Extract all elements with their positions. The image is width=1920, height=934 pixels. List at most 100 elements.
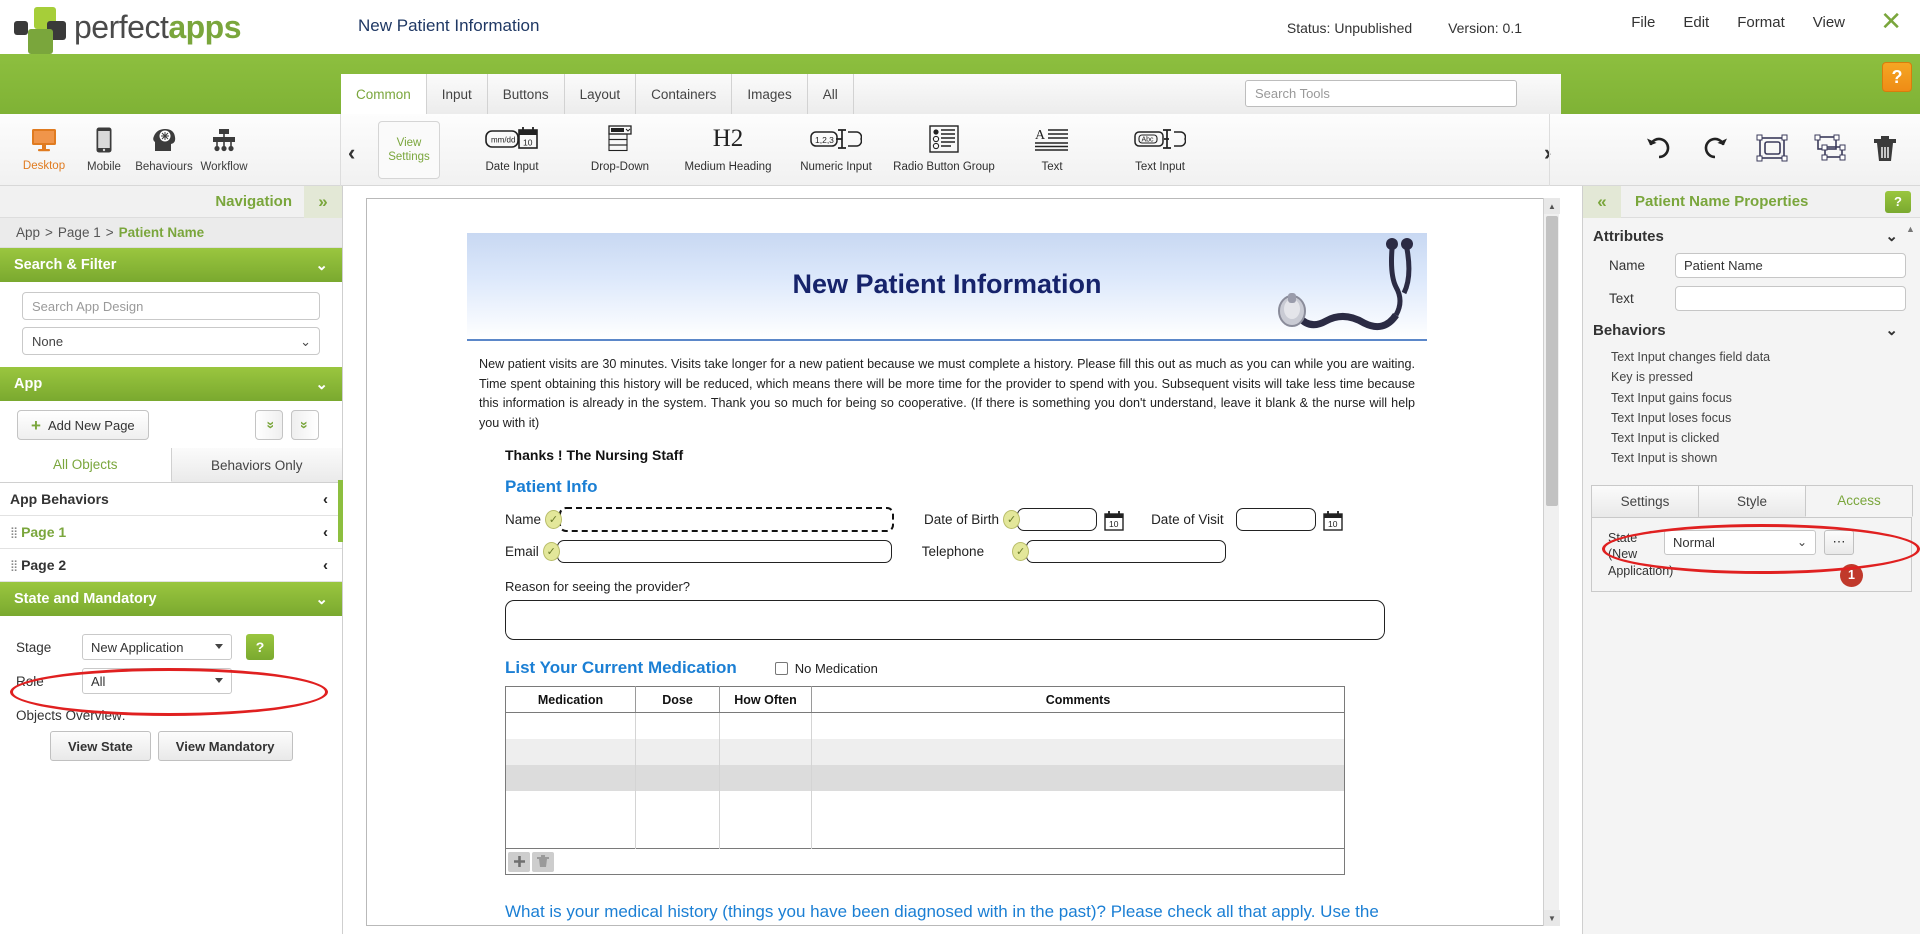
drag-handle-icon[interactable]: ⣿ xyxy=(10,526,18,539)
scroll-up-icon[interactable]: ▲ xyxy=(1544,198,1560,214)
behavior-item[interactable]: Text Input is shown xyxy=(1611,448,1920,468)
view-mandatory-button[interactable]: View Mandatory xyxy=(157,731,293,761)
mode-desktop[interactable]: Desktop xyxy=(14,114,74,186)
redo-icon[interactable] xyxy=(1700,135,1730,166)
view-settings-button[interactable]: View Settings xyxy=(378,121,440,179)
tab-layout[interactable]: Layout xyxy=(564,74,637,114)
tab-settings[interactable]: Settings xyxy=(1591,484,1699,517)
section-state-mandatory[interactable]: State and Mandatory ⌄ xyxy=(0,582,342,616)
breadcrumb-app[interactable]: App xyxy=(16,225,40,240)
search-tools-input[interactable] xyxy=(1245,80,1517,107)
behavior-item[interactable]: Key is pressed xyxy=(1611,367,1920,387)
tool-numeric-input[interactable]: 1,2,3 Numeric Input xyxy=(782,118,890,182)
tab-access[interactable]: Access xyxy=(1805,484,1913,517)
table-row[interactable] xyxy=(505,712,1345,739)
properties-scrollbar[interactable]: ▲ xyxy=(1904,224,1917,410)
tab-containers[interactable]: Containers xyxy=(636,74,733,114)
section-app[interactable]: App ⌄ xyxy=(0,367,342,401)
input-reason[interactable] xyxy=(505,600,1385,641)
table-row[interactable] xyxy=(505,738,1345,765)
delete-row-icon[interactable] xyxy=(532,851,554,872)
help-button[interactable]: ? xyxy=(1882,62,1912,92)
attribute-name-input[interactable] xyxy=(1675,253,1906,278)
tree-item-app-behaviors[interactable]: App Behaviors ‹ xyxy=(0,483,342,516)
checkbox-icon[interactable] xyxy=(774,661,788,675)
tool-date-input[interactable]: mm/dd 10 Date Input xyxy=(458,118,566,182)
expand-all-icon[interactable]: » xyxy=(291,410,319,440)
chevron-left-icon[interactable]: ‹ xyxy=(323,491,328,508)
tool-text-input[interactable]: Abc Text Input xyxy=(1106,118,1214,182)
stage-select[interactable]: New Application xyxy=(82,634,232,660)
add-row-icon[interactable] xyxy=(508,851,530,872)
state-select[interactable]: Normal ⌄ xyxy=(1664,529,1816,555)
table-row[interactable] xyxy=(505,764,1345,791)
behavior-item[interactable]: Text Input is clicked xyxy=(1611,428,1920,448)
attributes-group-header[interactable]: Attributes ⌄ xyxy=(1583,218,1920,251)
chevron-left-icon[interactable]: ‹ xyxy=(323,557,328,574)
behaviors-group-header[interactable]: Behaviors ⌄ xyxy=(1583,317,1920,345)
mode-workflow[interactable]: Workflow xyxy=(194,114,254,186)
group-icon[interactable] xyxy=(1756,134,1788,167)
behavior-item[interactable]: Text Input gains focus xyxy=(1611,388,1920,408)
tab-common[interactable]: Common xyxy=(341,74,427,114)
breadcrumb-page[interactable]: Page 1 xyxy=(58,225,101,240)
scroll-up-icon[interactable]: ▲ xyxy=(1906,224,1915,234)
attribute-text-input[interactable] xyxy=(1675,286,1906,311)
properties-collapse-icon[interactable]: « xyxy=(1583,185,1621,218)
sidebar-resize-handle[interactable] xyxy=(338,480,343,542)
scroll-down-icon[interactable]: ▼ xyxy=(1544,910,1560,926)
input-telephone[interactable] xyxy=(1026,540,1227,564)
calendar-icon[interactable]: 10 xyxy=(1322,508,1344,531)
search-app-design-input[interactable] xyxy=(22,292,320,320)
role-select[interactable]: All xyxy=(82,668,232,694)
menu-view[interactable]: View xyxy=(1813,14,1845,31)
mode-mobile[interactable]: Mobile xyxy=(74,114,134,186)
tab-images[interactable]: Images xyxy=(732,74,808,114)
app-logo[interactable]: perfectapps xyxy=(14,5,242,54)
stage-help-button[interactable]: ? xyxy=(246,634,274,660)
filter-select-wrap: ⌄ xyxy=(22,327,320,355)
behavior-item[interactable]: Text Input changes field data xyxy=(1611,347,1920,367)
collapse-all-icon[interactable]: « xyxy=(255,410,283,440)
input-name[interactable] xyxy=(559,507,895,533)
tool-medium-heading[interactable]: H2 Medium Heading xyxy=(674,118,782,182)
calendar-icon[interactable]: 10 xyxy=(1103,508,1125,531)
tab-input[interactable]: Input xyxy=(426,74,488,114)
add-new-page-button[interactable]: + Add New Page xyxy=(17,410,149,440)
tab-all[interactable]: All xyxy=(807,74,854,114)
input-email[interactable] xyxy=(556,540,892,564)
navigation-collapse-icon[interactable]: » xyxy=(304,185,342,218)
canvas-scrollbar[interactable]: ▲ ▼ xyxy=(1543,198,1560,926)
undo-icon[interactable] xyxy=(1644,135,1674,166)
behavior-item[interactable]: Text Input loses focus xyxy=(1611,408,1920,428)
tab-all-objects[interactable]: All Objects xyxy=(0,448,172,482)
scrollbar-thumb[interactable] xyxy=(1546,216,1558,506)
table-row[interactable] xyxy=(505,790,1345,849)
tab-buttons[interactable]: Buttons xyxy=(487,74,565,114)
ribbon-scroll-right-icon[interactable]: › xyxy=(1544,140,1551,166)
tab-behaviors-only[interactable]: Behaviors Only xyxy=(171,448,342,482)
drag-handle-icon[interactable]: ⣿ xyxy=(10,559,18,572)
menu-edit[interactable]: Edit xyxy=(1683,14,1709,31)
state-more-button[interactable]: ⋯ xyxy=(1824,529,1854,555)
menu-format[interactable]: Format xyxy=(1737,14,1785,31)
input-date-of-birth[interactable] xyxy=(1017,508,1098,532)
section-search-filter[interactable]: Search & Filter ⌄ xyxy=(0,248,342,282)
input-date-of-visit[interactable] xyxy=(1235,508,1316,532)
no-medication-checkbox-row[interactable]: No Medication xyxy=(774,661,878,676)
delete-icon[interactable] xyxy=(1872,134,1898,167)
properties-help-button[interactable]: ? xyxy=(1885,190,1911,213)
tool-text[interactable]: A Text xyxy=(998,118,1106,182)
tab-style[interactable]: Style xyxy=(1698,484,1806,517)
tree-item-page-1[interactable]: ⣿ Page 1 ‹ xyxy=(0,516,342,549)
menu-file[interactable]: File xyxy=(1631,14,1655,31)
view-state-button[interactable]: View State xyxy=(50,731,151,761)
tool-dropdown[interactable]: Drop-Down xyxy=(566,118,674,182)
tool-radio-button-group[interactable]: Radio Button Group xyxy=(890,118,998,182)
tree-item-page-2[interactable]: ⣿ Page 2 ‹ xyxy=(0,549,342,582)
chevron-left-icon[interactable]: ‹ xyxy=(323,524,328,541)
close-icon[interactable]: ✕ xyxy=(1880,8,1902,34)
filter-select[interactable] xyxy=(22,327,320,355)
ungroup-icon[interactable] xyxy=(1814,134,1846,167)
mode-behaviours[interactable]: Behaviours xyxy=(134,114,194,186)
